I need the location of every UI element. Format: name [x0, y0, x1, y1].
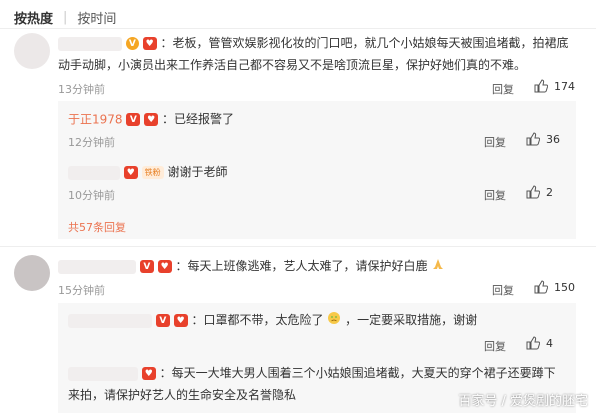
avatar[interactable] [14, 255, 50, 291]
reply-4: ♥ ：每天一大堆大男人围着三个小姑娘围追堵截，大夏天的穿个裙子还要蹲下 [68, 362, 578, 384]
tab-by-time[interactable]: 按时间 [77, 8, 116, 27]
watermark: 百家号 / 爱煲剧的胚宅 [458, 394, 588, 409]
comment-1: V ♥ ：老板，管管欢娱影视化妆的门口吧，就几个小姑娘每天被围追堵截，拍裙底 [58, 32, 578, 54]
thumb-up-icon [534, 79, 548, 93]
username-blurred[interactable] [58, 259, 136, 274]
like-button[interactable]: 36 [526, 132, 560, 146]
thumb-up-icon [526, 132, 540, 146]
like-button[interactable]: 2 [526, 185, 553, 199]
reply-button[interactable]: 回复 [484, 338, 506, 354]
reply-text: ：已经报警了 [162, 112, 235, 126]
weibo-badge-icon: ♥ [173, 314, 188, 327]
comment-2: V ♥ ：每天上班像逃难，艺人太难了，请保护好白鹿 [58, 255, 578, 278]
reply-button[interactable]: 回复 [492, 282, 514, 298]
comment-time: 13分钟前 [58, 83, 105, 96]
reply-text-b: ，一定要采取措施，谢谢 [345, 313, 478, 327]
username-blurred[interactable] [68, 165, 120, 180]
comment-divider [0, 246, 596, 247]
reply-button[interactable]: 回复 [484, 134, 506, 150]
reply-2: ♥ 铁粉 谢谢于老師 [68, 161, 228, 183]
like-button[interactable]: 4 [526, 336, 553, 350]
vip-badge-icon: V [125, 37, 139, 50]
reply-time: 10分钟前 [68, 189, 115, 202]
weibo-badge-icon: ♥ [123, 166, 138, 179]
weibo-badge-icon: ♥ [141, 367, 156, 380]
reply-text-a: ：口罩都不带，太危险了 [191, 313, 324, 327]
like-count: 36 [546, 132, 560, 146]
comment-1-line2: 动手动脚，小演员出来工作养活自己都不容易又不是啥顶流巨星，保护好她们真的不难。 [58, 58, 527, 72]
reply-text: 谢谢于老師 [167, 165, 228, 179]
like-count: 150 [554, 280, 575, 294]
like-count: 174 [554, 79, 575, 93]
like-button[interactable]: 150 [534, 280, 575, 294]
reply-button[interactable]: 回复 [484, 187, 506, 203]
weibo-badge-icon: ♥ [144, 113, 159, 126]
reply-time: 12分钟前 [68, 136, 115, 149]
thumb-up-icon [534, 280, 548, 294]
weibo-badge-icon: ♥ [142, 37, 157, 50]
reply-button[interactable]: 回复 [492, 81, 514, 97]
tabs-divider [0, 28, 596, 29]
reply-text: ：每天一大堆大男人围着三个小姑娘围追堵截，大夏天的穿个裙子还要蹲下 [159, 366, 556, 380]
comment-text: ：每天上班像逃难，艺人太难了，请保护好白鹿 [175, 259, 428, 273]
username-blurred[interactable] [58, 36, 122, 51]
thumb-up-icon [526, 336, 540, 350]
tab-by-hot[interactable]: 按热度 [14, 8, 53, 27]
thumb-up-icon [526, 185, 540, 199]
reply-3: V ♥ ：口罩都不带，太危险了 ，一定要采取措施，谢谢 [68, 309, 568, 332]
comment-time: 15分钟前 [58, 284, 105, 297]
username-blurred[interactable] [68, 366, 138, 381]
tab-separator: | [63, 10, 68, 25]
like-button[interactable]: 174 [534, 79, 575, 93]
reply-1: 于正1978 V ♥ ：已经报警了 [68, 108, 234, 131]
like-count: 2 [546, 185, 553, 199]
reply-username[interactable]: 于正1978 [68, 113, 123, 127]
weibo-badge-icon: V [126, 113, 141, 126]
sort-tabs: 按热度 | 按时间 [14, 8, 116, 27]
username-blurred[interactable] [68, 313, 152, 328]
avatar[interactable] [14, 33, 50, 69]
like-count: 4 [546, 336, 553, 350]
pray-emoji-icon [431, 256, 445, 278]
more-replies-link[interactable]: 共57条回复 [68, 219, 126, 235]
weibo-badge-icon: ♥ [157, 260, 172, 273]
weibo-badge-icon: V [139, 260, 154, 273]
cry-emoji-icon [327, 310, 341, 332]
weibo-badge-icon: V [155, 314, 170, 327]
comment-text: ：老板，管管欢娱影视化妆的门口吧，就几个小姑娘每天被围追堵截，拍裙底 [160, 36, 569, 50]
fan-badge-icon: 铁粉 [141, 166, 164, 179]
